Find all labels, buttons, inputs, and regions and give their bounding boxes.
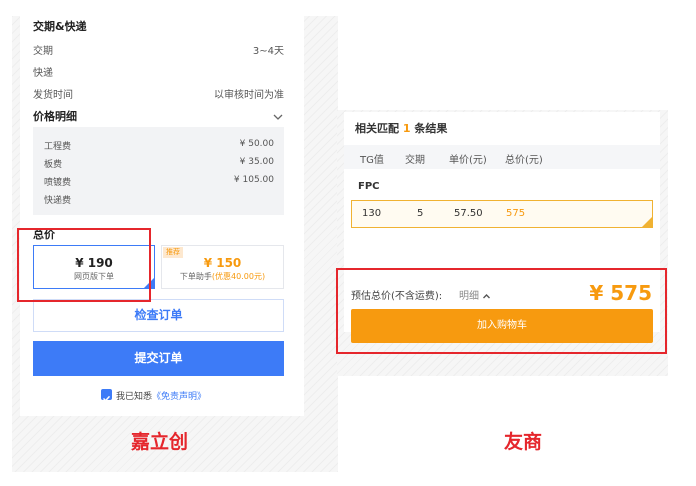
engineering-fee-value: ¥ 50.00	[239, 139, 274, 149]
ship-time-label: 发货时间	[33, 90, 73, 101]
result-prefix: 相关匹配	[355, 122, 399, 135]
result-count: 1	[402, 122, 411, 135]
col-unit-price: 单价(元)	[449, 155, 487, 166]
assistant-order-desc: 下单助手	[179, 272, 212, 281]
agree-text: 我已知悉	[116, 392, 153, 402]
engineering-fee-label: 工程费	[44, 142, 72, 152]
highlight-frame-right	[336, 268, 667, 354]
col-lead: 交期	[405, 155, 425, 166]
check-icon	[102, 395, 111, 402]
chevron-down-icon[interactable]	[272, 108, 284, 120]
col-tg: TG值	[360, 155, 384, 166]
right-caption: 友商	[504, 431, 543, 453]
express-label: 快递	[33, 68, 53, 79]
lead-time-value: 3~4天	[252, 46, 284, 57]
group-label: FPC	[358, 181, 380, 192]
row-unit-price: 57.50	[454, 208, 483, 219]
board-fee-value: ¥ 35.00	[239, 157, 274, 167]
check-order-button[interactable]: 检查订单	[33, 299, 284, 332]
agree-checkbox[interactable]	[101, 389, 112, 402]
lead-time-label: 交期	[33, 46, 53, 57]
row-lead: 5	[417, 208, 424, 219]
highlight-frame-left	[17, 228, 151, 302]
delivery-heading: 交期&快递	[33, 20, 87, 33]
left-caption: 嘉立创	[131, 431, 189, 453]
plating-fee-label: 喷镀费	[44, 178, 72, 188]
result-table-header	[344, 145, 660, 169]
recommend-badge: 推荐	[163, 247, 183, 258]
price-detail-heading: 价格明细	[33, 110, 77, 123]
board-fee-label: 板费	[44, 160, 63, 170]
shipping-fee-label: 快递费	[44, 196, 72, 206]
col-total-price: 总价(元)	[505, 155, 543, 166]
row-tg: 130	[362, 208, 382, 219]
result-row-selected[interactable]: 130 5 57.50 575	[351, 200, 653, 228]
selected-corner-icon	[642, 217, 652, 227]
submit-order-button[interactable]: 提交订单	[33, 341, 284, 376]
row-total-price: 575	[506, 208, 526, 219]
disclaimer-link[interactable]: 《免责声明》	[152, 392, 206, 402]
result-suffix: 条结果	[414, 122, 448, 135]
assistant-order-discount: (优惠40.00元)	[211, 272, 266, 281]
ship-time-value: 以审核时间为准	[214, 90, 284, 101]
assistant-order-price: ¥ 150	[203, 256, 242, 270]
plating-fee-value: ¥ 105.00	[233, 175, 274, 185]
